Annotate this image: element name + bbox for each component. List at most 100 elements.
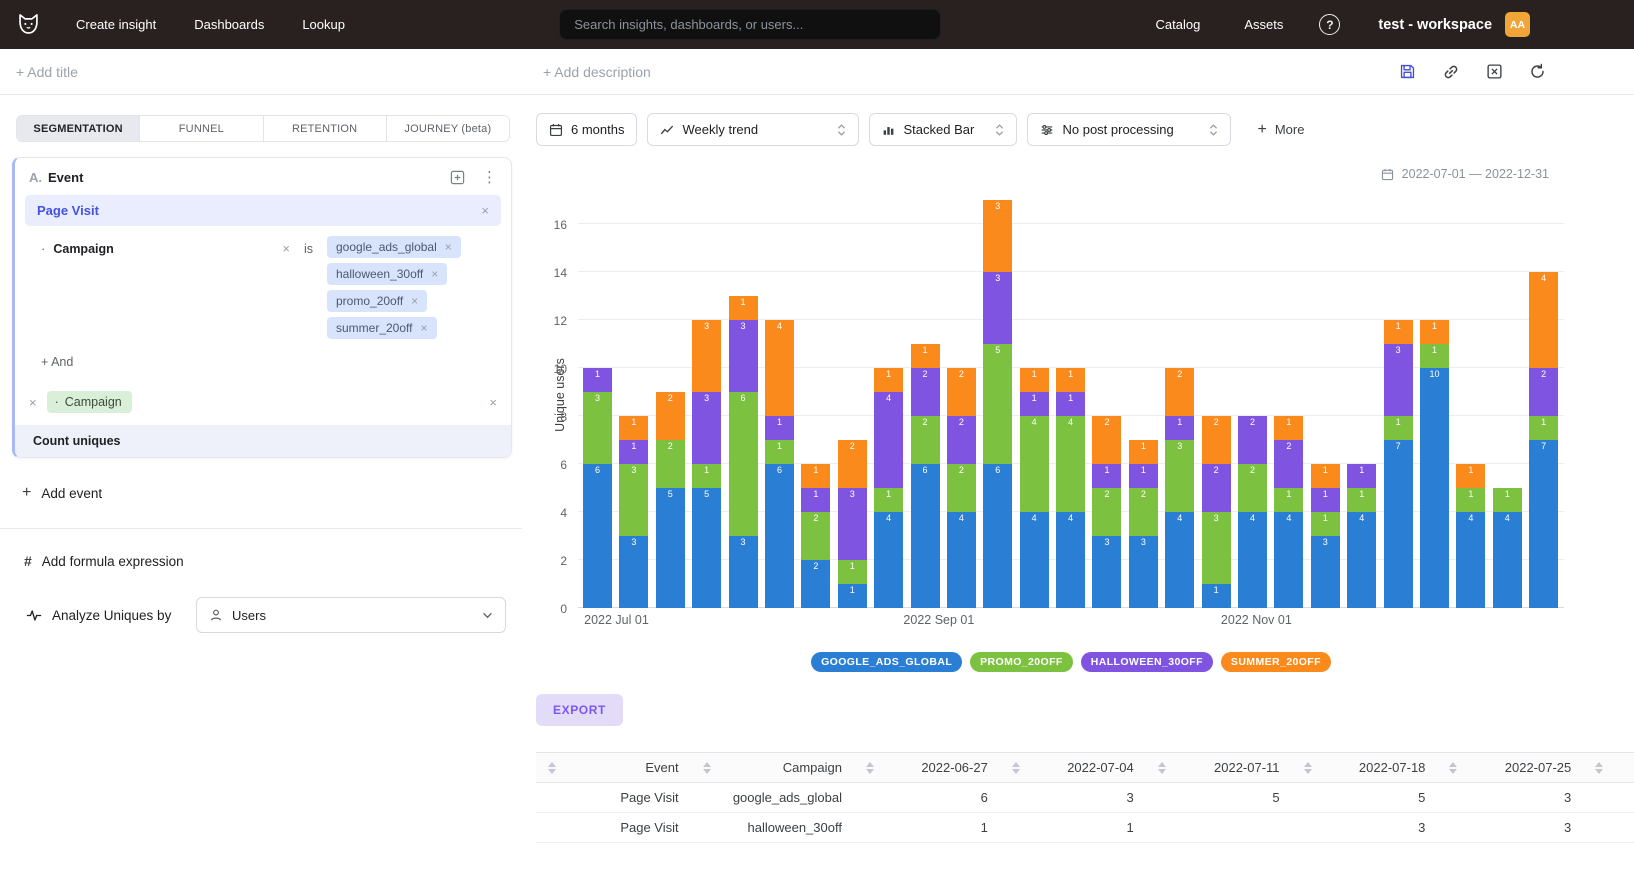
segment-google_ads_global[interactable]: 3	[729, 536, 758, 608]
tab-retention[interactable]: RETENTION	[264, 116, 387, 141]
remove-filter-icon[interactable]: ×	[282, 242, 290, 255]
segment-promo_20off[interactable]: 3	[1202, 512, 1231, 584]
bar-2022-11-14[interactable]: 3111	[1311, 464, 1340, 608]
segment-google_ads_global[interactable]: 4	[1456, 512, 1485, 608]
add-description-button[interactable]: + Add description	[543, 64, 651, 80]
segment-promo_20off[interactable]: 1	[765, 440, 794, 464]
bar-2022-10-17[interactable]: 4312	[1165, 368, 1194, 608]
segment-halloween_30off[interactable]: 1	[1092, 464, 1121, 488]
segment-promo_20off[interactable]: 1	[1456, 488, 1485, 512]
bar-2022-08-08[interactable]: 2211	[801, 464, 830, 608]
sort-icon[interactable]	[1449, 762, 1457, 774]
segment-google_ads_global[interactable]: 1	[838, 584, 867, 608]
tab-journey[interactable]: JOURNEY (beta)	[387, 116, 509, 141]
bar-2022-08-22[interactable]: 4141	[874, 368, 903, 608]
segment-google_ads_global[interactable]: 4	[1493, 512, 1522, 608]
add-and-condition[interactable]: + And	[41, 355, 511, 369]
refresh-icon[interactable]	[1529, 63, 1546, 80]
filter-tag[interactable]: summer_20off ×	[327, 317, 437, 339]
segment-google_ads_global[interactable]: 7	[1384, 440, 1413, 608]
segment-promo_20off[interactable]: 2	[947, 464, 976, 512]
segment-summer_20off[interactable]: 1	[1420, 320, 1449, 344]
segment-google_ads_global[interactable]: 3	[1092, 536, 1121, 608]
segment-google_ads_global[interactable]: 4	[874, 512, 903, 608]
segment-promo_20off[interactable]: 3	[619, 464, 648, 536]
column-header-2022-07-18[interactable]: 2022-07-18	[1292, 753, 1438, 783]
bar-2022-12-19[interactable]: 41	[1493, 488, 1522, 608]
segment-promo_20off[interactable]: 2	[656, 440, 685, 488]
segment-summer_20off[interactable]: 2	[1092, 416, 1121, 464]
nav-catalog[interactable]: Catalog	[1156, 17, 1201, 32]
column-header-2022-07-11[interactable]: 2022-07-11	[1146, 753, 1292, 783]
nav-lookup[interactable]: Lookup	[302, 17, 345, 32]
segment-summer_20off[interactable]: 2	[838, 440, 867, 488]
segment-google_ads_global[interactable]: 10	[1420, 368, 1449, 608]
segment-promo_20off[interactable]: 3	[583, 392, 612, 464]
tab-segmentation[interactable]: SEGMENTATION	[17, 116, 140, 141]
segment-google_ads_global[interactable]: 4	[1238, 512, 1267, 608]
sort-icon[interactable]	[866, 762, 874, 774]
segment-halloween_30off[interactable]: 1	[1165, 416, 1194, 440]
sort-icon[interactable]	[1012, 762, 1020, 774]
sort-icon[interactable]	[1304, 762, 1312, 774]
segment-promo_20off[interactable]: 1	[1529, 416, 1558, 440]
legend-halloween_30off[interactable]: HALLOWEEN_30OFF	[1081, 652, 1213, 672]
segment-google_ads_global[interactable]: 6	[765, 464, 794, 608]
segment-summer_20off[interactable]: 4	[1529, 272, 1558, 368]
segment-promo_20off[interactable]: 1	[1311, 512, 1340, 536]
segment-google_ads_global[interactable]: 4	[1274, 512, 1303, 608]
bar-2022-07-25[interactable]: 3631	[729, 296, 758, 608]
segment-summer_20off[interactable]: 2	[1202, 416, 1231, 464]
segment-promo_20off[interactable]: 2	[1092, 488, 1121, 536]
segment-summer_20off[interactable]: 2	[656, 392, 685, 440]
segment-summer_20off[interactable]: 1	[1020, 368, 1049, 392]
bar-2022-06-27[interactable]: 631	[583, 368, 612, 608]
bar-2022-08-01[interactable]: 6114	[765, 320, 794, 608]
filter-tag[interactable]: halloween_30off ×	[327, 263, 447, 285]
bar-2022-12-05[interactable]: 1011	[1420, 320, 1449, 608]
bar-2022-08-29[interactable]: 6221	[911, 344, 940, 608]
column-header-2022-06-27[interactable]: 2022-06-27	[854, 753, 1000, 783]
segment-promo_20off[interactable]: 1	[1384, 416, 1413, 440]
nav-assets[interactable]: Assets	[1244, 17, 1283, 32]
remove-breakdown-row-icon[interactable]: ×	[489, 396, 497, 409]
segment-promo_20off[interactable]: 1	[838, 560, 867, 584]
segment-summer_20off[interactable]: 2	[1165, 368, 1194, 416]
segment-halloween_30off[interactable]: 1	[765, 416, 794, 440]
help-icon[interactable]: ?	[1319, 14, 1340, 35]
segment-google_ads_global[interactable]: 3	[619, 536, 648, 608]
aggregation-selector[interactable]: Count uniques	[15, 425, 511, 457]
sort-icon[interactable]	[1595, 762, 1603, 774]
bar-2022-10-31[interactable]: 422	[1238, 416, 1267, 608]
segment-google_ads_global[interactable]: 6	[983, 464, 1012, 608]
column-header-2022-07-04[interactable]: 2022-07-04	[1000, 753, 1146, 783]
column-header-2022-07-25[interactable]: 2022-07-25	[1437, 753, 1583, 783]
segment-google_ads_global[interactable]: 5	[656, 488, 685, 608]
legend-google_ads_global[interactable]: GOOGLE_ADS_GLOBAL	[811, 652, 962, 672]
export-button[interactable]: EXPORT	[536, 694, 623, 726]
bar-2022-10-03[interactable]: 3212	[1092, 416, 1121, 608]
segment-summer_20off[interactable]: 2	[947, 368, 976, 416]
remove-tag-icon[interactable]: ×	[420, 322, 427, 334]
segment-promo_20off[interactable]: 2	[1129, 488, 1158, 536]
segment-google_ads_global[interactable]: 4	[947, 512, 976, 608]
selected-event[interactable]: Page Visit	[37, 203, 99, 218]
filter-tag[interactable]: google_ads_global ×	[327, 236, 461, 258]
segment-halloween_30off[interactable]: 4	[874, 392, 903, 488]
segment-promo_20off[interactable]: 4	[1020, 416, 1049, 512]
segment-summer_20off[interactable]: 1	[874, 368, 903, 392]
sort-icon[interactable]	[703, 762, 711, 774]
segment-summer_20off[interactable]: 1	[1384, 320, 1413, 344]
global-search-input[interactable]	[559, 9, 941, 40]
segment-halloween_30off[interactable]: 3	[838, 488, 867, 560]
segment-promo_20off[interactable]: 2	[911, 416, 940, 464]
segment-summer_20off[interactable]: 4	[765, 320, 794, 416]
filter-tag[interactable]: promo_20off ×	[327, 290, 427, 312]
segment-halloween_30off[interactable]: 1	[1347, 464, 1376, 488]
segment-google_ads_global[interactable]: 3	[1129, 536, 1158, 608]
segment-google_ads_global[interactable]: 2	[801, 560, 830, 608]
sort-icon[interactable]	[548, 762, 556, 774]
segment-google_ads_global[interactable]: 1	[1202, 584, 1231, 608]
segment-google_ads_global[interactable]: 4	[1020, 512, 1049, 608]
bar-2022-10-10[interactable]: 3211	[1129, 440, 1158, 608]
